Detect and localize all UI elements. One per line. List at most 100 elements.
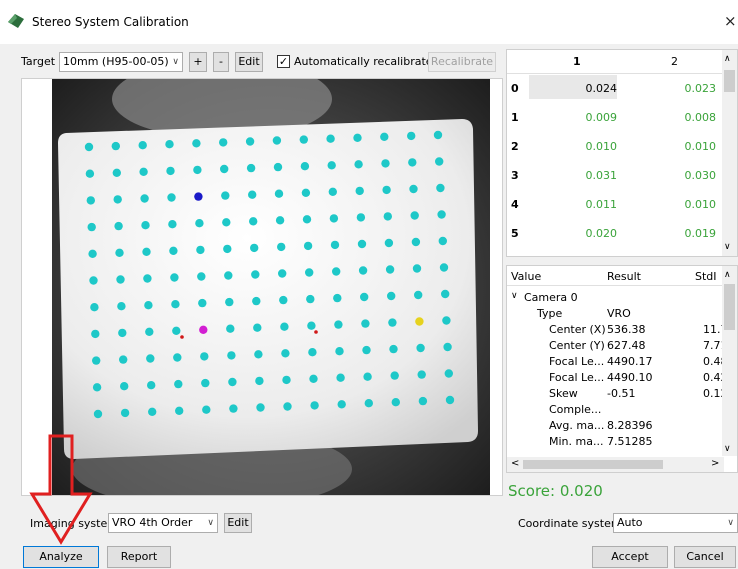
target-dot	[307, 321, 316, 330]
chevron-left-icon[interactable]: <	[511, 458, 519, 469]
target-dot	[252, 296, 261, 306]
table-cell[interactable]: 0.010	[656, 198, 717, 211]
table-cell[interactable]: 0.030	[656, 169, 717, 182]
tree-vertical-scrollbar[interactable]: ∧ ∨	[722, 266, 737, 456]
target-dot	[443, 342, 452, 352]
table-cell[interactable]: 0.024	[557, 82, 618, 95]
table-cell[interactable]: 0.010	[557, 140, 618, 153]
error-marker	[180, 335, 184, 339]
target-dot	[333, 293, 342, 303]
edit-target-button[interactable]: Edit	[235, 52, 263, 72]
scroll-thumb[interactable]	[724, 284, 735, 330]
auto-recalibrate-checkbox[interactable]: ✓	[277, 55, 290, 68]
table-cell[interactable]: 0.011	[557, 198, 618, 211]
imaging-system-select[interactable]: VRO 4th Order ∨	[108, 513, 218, 533]
table-cell[interactable]: 0.031	[557, 169, 618, 182]
target-dot	[195, 219, 204, 228]
scroll-thumb[interactable]	[724, 70, 735, 92]
target-dot	[166, 166, 175, 176]
target-dot	[196, 245, 205, 255]
window-title: Stereo System Calibration	[32, 15, 189, 29]
target-dot	[165, 140, 174, 149]
target-dot	[412, 264, 422, 273]
chevron-down-icon[interactable]: ∨	[724, 444, 731, 454]
analyze-button[interactable]: Analyze	[23, 546, 99, 568]
table-cell[interactable]: 0.020	[557, 227, 618, 240]
target-dot	[222, 218, 231, 227]
table-cell[interactable]: 0.010	[656, 140, 717, 153]
score-label: Score: 0.020	[508, 482, 603, 500]
target-dot	[111, 141, 120, 151]
target-dot	[249, 217, 258, 226]
recalibrate-button[interactable]: Recalibrate	[428, 52, 496, 72]
tree-item-result: 536.38	[607, 323, 646, 336]
target-dot	[362, 345, 371, 355]
target-dot	[92, 383, 102, 392]
target-dot	[354, 160, 363, 169]
table-cell[interactable]: 0.008	[656, 111, 717, 124]
target-dot	[117, 302, 126, 311]
tree-item-result: 7.51285	[607, 435, 653, 448]
row-index: 3	[511, 169, 519, 182]
target-dot	[192, 139, 201, 148]
target-dot	[199, 325, 208, 334]
close-icon[interactable]: ×	[724, 12, 738, 30]
chevron-up-icon[interactable]: ∧	[724, 270, 731, 280]
table-cell[interactable]: 0.009	[557, 111, 618, 124]
tree-group-camera[interactable]: Camera 0	[524, 291, 578, 304]
target-dot	[145, 327, 154, 336]
target-dot	[282, 375, 291, 385]
chevron-down-icon[interactable]: ∨	[724, 242, 731, 252]
target-dot	[389, 344, 398, 354]
target-dot	[93, 409, 103, 419]
target-dot	[85, 169, 95, 178]
report-button[interactable]: Report	[107, 546, 171, 568]
error-table-header: 1 2	[507, 50, 737, 74]
chevron-up-icon[interactable]: ∧	[724, 54, 731, 64]
target-dot	[273, 162, 283, 172]
error-table[interactable]: 1 2 0 0.024 0.023 1 0.009 0.008 2 0.010 …	[506, 49, 738, 257]
coordinate-system-select[interactable]: Auto ∨	[613, 513, 738, 533]
target-dot	[225, 297, 234, 307]
scroll-thumb[interactable]	[523, 460, 663, 469]
target-dot	[169, 246, 178, 255]
target-dot	[281, 349, 290, 358]
tree-horizontal-scrollbar[interactable]: < >	[507, 457, 724, 472]
table-cell[interactable]: 0.023	[656, 82, 717, 95]
tree-item: Focal Le...	[549, 371, 605, 384]
target-dot	[330, 240, 340, 250]
target-dot	[300, 162, 310, 171]
target-dot	[138, 141, 147, 150]
chevron-down-icon[interactable]: ∨	[511, 291, 518, 301]
remove-target-button[interactable]: -	[213, 52, 229, 72]
target-dot	[301, 188, 311, 197]
edit-imaging-button[interactable]: Edit	[224, 513, 252, 533]
target-dot	[408, 158, 417, 167]
results-header: Value Result StdI	[507, 266, 737, 286]
target-dot	[174, 379, 183, 389]
table-vertical-scrollbar[interactable]: ∧ ∨	[722, 50, 737, 256]
target-dot	[278, 269, 287, 278]
row-index: 5	[511, 227, 519, 240]
target-select[interactable]: 10mm (H95-00-05) ∨	[59, 52, 183, 72]
target-dot	[332, 267, 341, 276]
target-dot	[201, 378, 210, 388]
add-target-button[interactable]: +	[189, 52, 207, 72]
accept-button[interactable]: Accept	[592, 546, 668, 568]
chevron-right-icon[interactable]: >	[711, 458, 719, 469]
target-dot	[415, 317, 424, 326]
target-dot	[141, 221, 150, 230]
results-tree[interactable]: Value Result StdI ∨ Camera 0 Type VRO Ce…	[506, 265, 738, 473]
target-dot	[142, 247, 151, 256]
stddev-column-header: StdI	[695, 270, 717, 283]
target-dot	[168, 220, 177, 229]
target-dot	[173, 353, 182, 362]
target-dot	[118, 328, 127, 338]
auto-recalibrate-label: Automatically recalibrate	[294, 55, 433, 68]
target-dot	[113, 195, 122, 204]
target-dot	[245, 137, 255, 146]
target-dot	[226, 324, 235, 333]
row-index: 2	[511, 140, 519, 153]
cancel-button[interactable]: Cancel	[674, 546, 736, 568]
table-cell[interactable]: 0.019	[656, 227, 717, 240]
